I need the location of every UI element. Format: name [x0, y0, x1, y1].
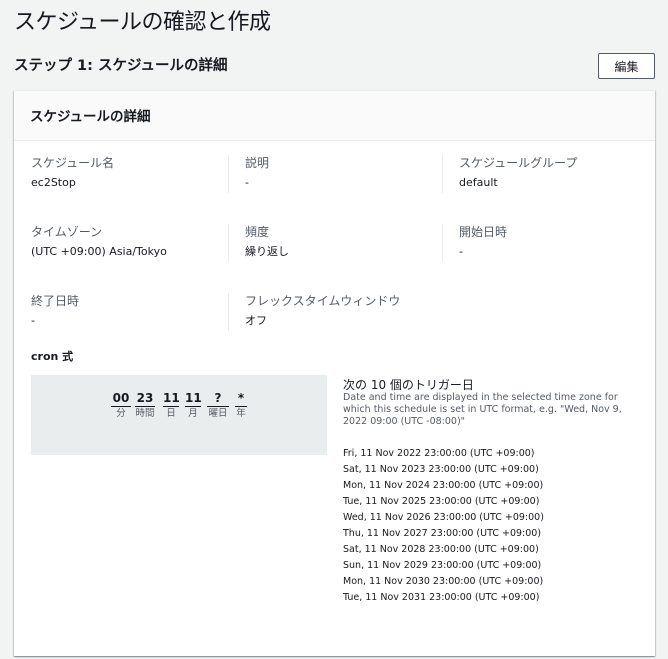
cron-part-weekday: ? 曜日 — [207, 391, 229, 420]
field-start-date: 開始日時 - — [459, 224, 507, 260]
step-title: ステップ 1: スケジュールの詳細 — [14, 58, 228, 74]
field-value: ec2Stop — [31, 176, 76, 189]
cron-value: 23 — [136, 391, 154, 405]
field-schedule-group: スケジュールグループ default — [459, 155, 577, 191]
trigger-date-item: Mon, 11 Nov 2030 23:00:00 (UTC +09:00) — [343, 576, 544, 587]
field-timezone: タイムゾーン (UTC +09:00) Asia/Tokyo — [31, 224, 167, 260]
schedule-details-card: スケジュールの詳細 スケジュール名 ec2Stop 説明 - スケジュールグルー… — [14, 90, 655, 656]
field-label: 開始日時 — [459, 225, 508, 239]
field-frequency: 頻度 繰り返し — [245, 224, 289, 260]
cron-unit: 年 — [235, 406, 247, 419]
field-label: フレックスタイムウィンドウ — [245, 294, 401, 308]
column-divider — [442, 224, 443, 262]
cron-value: 00 — [112, 391, 130, 405]
edit-button[interactable]: 編集 — [598, 53, 655, 79]
trigger-dates-list: Fri, 11 Nov 2022 23:00:00 (UTC +09:00) S… — [343, 446, 544, 606]
column-divider — [228, 155, 229, 193]
field-value: オフ — [245, 314, 267, 327]
field-value: default — [459, 176, 498, 189]
trigger-dates-title: 次の 10 個のトリガー日 — [343, 378, 474, 392]
field-value: - — [459, 245, 463, 258]
cron-part-month: 11 月 — [185, 391, 202, 420]
cron-unit: 分 — [111, 406, 131, 420]
column-divider — [228, 293, 229, 331]
cron-unit: 日 — [163, 406, 179, 420]
column-divider — [442, 155, 443, 193]
cron-part-year: * 年 — [235, 391, 247, 420]
cron-part-hour: 23 時間 — [135, 391, 155, 420]
trigger-date-item: Mon, 11 Nov 2024 23:00:00 (UTC +09:00) — [343, 480, 544, 491]
page-title: スケジュールの確認と作成 — [14, 10, 271, 35]
trigger-date-item: Sat, 11 Nov 2028 23:00:00 (UTC +09:00) — [343, 544, 539, 555]
field-label: 頻度 — [245, 225, 270, 239]
field-value: (UTC +09:00) Asia/Tokyo — [31, 245, 167, 258]
cron-unit: 曜日 — [207, 406, 229, 419]
cron-value: 11 — [185, 391, 202, 405]
cron-unit: 月 — [185, 406, 201, 420]
column-divider — [228, 224, 229, 262]
trigger-date-item: Thu, 11 Nov 2027 23:00:00 (UTC +09:00) — [343, 528, 542, 539]
field-label: スケジュール名 — [31, 156, 115, 170]
field-description: 説明 - — [245, 155, 269, 191]
trigger-date-item: Fri, 11 Nov 2022 23:00:00 (UTC +09:00) — [343, 448, 535, 459]
trigger-date-item: Wed, 11 Nov 2026 23:00:00 (UTC +09:00) — [343, 512, 544, 523]
field-value: - — [245, 176, 249, 189]
cron-label: cron 式 — [31, 350, 74, 363]
field-label: タイムゾーン — [31, 225, 103, 239]
field-label: 終了日時 — [31, 294, 80, 308]
field-label: 説明 — [245, 156, 270, 170]
field-flex-window: フレックスタイムウィンドウ オフ — [245, 293, 400, 329]
trigger-date-item: Tue, 11 Nov 2025 23:00:00 (UTC +09:00) — [343, 496, 540, 507]
field-value: 繰り返し — [245, 245, 289, 258]
cron-value: * — [237, 391, 245, 405]
cron-unit: 時間 — [135, 406, 155, 419]
cron-value: 11 — [163, 391, 180, 405]
card-header: スケジュールの詳細 — [14, 91, 655, 141]
field-schedule-name: スケジュール名 ec2Stop — [31, 155, 114, 191]
trigger-date-item: Sat, 11 Nov 2023 23:00:00 (UTC +09:00) — [343, 464, 539, 475]
field-label: スケジュールグループ — [459, 156, 578, 170]
cron-part-minute: 00 分 — [111, 391, 131, 420]
field-value: - — [31, 314, 35, 327]
card-title: スケジュールの詳細 — [30, 109, 151, 125]
trigger-date-item: Tue, 11 Nov 2031 23:00:00 (UTC +09:00) — [343, 592, 540, 603]
cron-value: ? — [214, 391, 222, 405]
cron-expression-box: 00 分 23 時間 11 日 11 月 ? 曜日 * 年 — [31, 375, 327, 455]
field-end-date: 終了日時 - — [31, 293, 79, 329]
cron-part-day: 11 日 — [163, 391, 180, 420]
trigger-date-item: Sun, 11 Nov 2029 23:00:00 (UTC +09:00) — [343, 560, 542, 571]
trigger-dates-description: Date and time are displayed in the selec… — [343, 392, 622, 427]
